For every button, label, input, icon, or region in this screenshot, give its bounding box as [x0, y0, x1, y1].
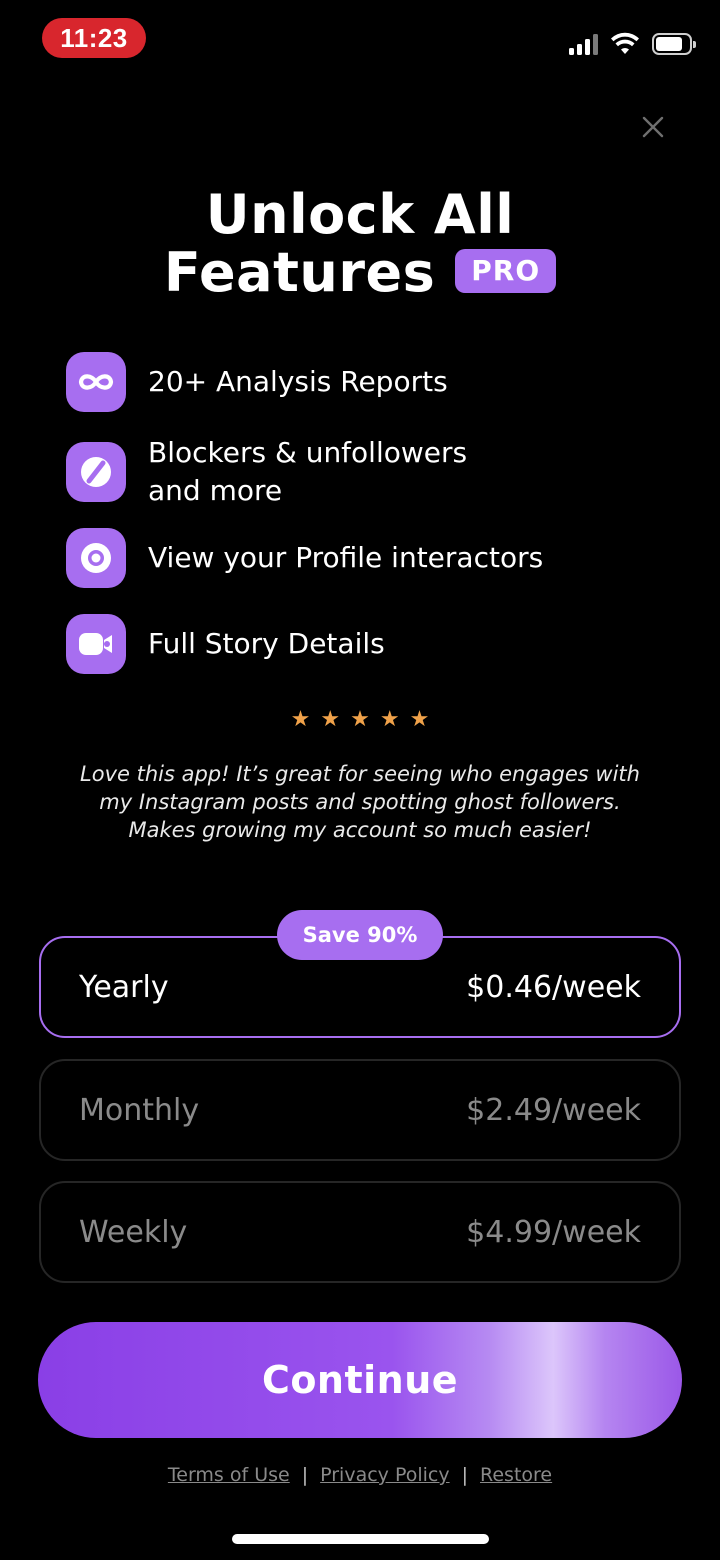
plan-option-monthly[interactable]: Monthly $2.49/week	[39, 1059, 681, 1161]
title-line-2-row: Features PRO	[163, 241, 557, 304]
star-icon: ★	[409, 707, 430, 732]
eye-icon	[66, 528, 126, 588]
plan-price: $2.49/week	[466, 1092, 641, 1128]
feature-text-line-2: and more	[148, 474, 283, 507]
star-icon: ★	[350, 707, 370, 732]
star-icon: ★	[379, 707, 400, 732]
feature-text-block: Blockers & unfollowers and more	[148, 434, 467, 510]
title-line-2: Features	[163, 241, 436, 304]
plan-price: $4.99/week	[466, 1214, 641, 1250]
footer-separator: |	[461, 1464, 469, 1486]
battery-icon	[652, 33, 696, 55]
terms-of-use-link[interactable]: Terms of Use	[168, 1464, 290, 1486]
star-icon: ★	[290, 707, 311, 732]
feature-item-profile-interactors: View your Profile interactors	[66, 528, 543, 588]
save-badge: Save 90%	[277, 910, 443, 960]
plan-name: Yearly	[79, 969, 169, 1005]
footer-links: Terms of Use | Privacy Policy | Restore	[0, 1464, 720, 1486]
status-icons	[569, 30, 696, 58]
feature-text: View your Profile interactors	[148, 541, 544, 574]
feature-text: Blockers & unfollowers	[148, 436, 468, 469]
cellular-signal-icon	[569, 33, 598, 55]
plan-price: $0.46/week	[466, 969, 641, 1005]
plan-name: Weekly	[79, 1214, 188, 1250]
review-text: Love this app! It’s great for seeing who…	[80, 762, 640, 842]
close-icon	[642, 116, 664, 138]
continue-button[interactable]: Continue	[38, 1322, 682, 1438]
page-title: Unlock All Features PRO	[0, 186, 720, 302]
paywall-screen: 11:23 Unlock All Features PRO 20+ Analys…	[0, 0, 720, 1560]
feature-text: 20+ Analysis Reports	[148, 365, 448, 398]
title-line-1: Unlock All	[205, 183, 515, 246]
block-icon	[66, 442, 126, 502]
star-icon: ★	[320, 707, 341, 732]
feature-item-story-details: Full Story Details	[66, 614, 385, 674]
home-indicator[interactable]	[232, 1534, 489, 1544]
feature-text: Full Story Details	[148, 627, 385, 660]
feature-item-blockers: Blockers & unfollowers and more	[66, 434, 467, 510]
infinity-icon	[66, 352, 126, 412]
plan-name: Monthly	[79, 1092, 200, 1128]
video-camera-icon	[66, 614, 126, 674]
rating-stars: ★ ★ ★ ★ ★	[0, 706, 720, 734]
restore-link[interactable]: Restore	[480, 1464, 552, 1486]
close-button[interactable]	[632, 106, 674, 148]
status-time: 11:23	[42, 18, 146, 58]
privacy-policy-link[interactable]: Privacy Policy	[320, 1464, 449, 1486]
footer-separator: |	[301, 1464, 309, 1486]
plan-option-weekly[interactable]: Weekly $4.99/week	[39, 1181, 681, 1283]
wifi-icon	[611, 32, 639, 54]
feature-item-analysis-reports: 20+ Analysis Reports	[66, 352, 448, 412]
pro-badge: PRO	[455, 249, 557, 293]
